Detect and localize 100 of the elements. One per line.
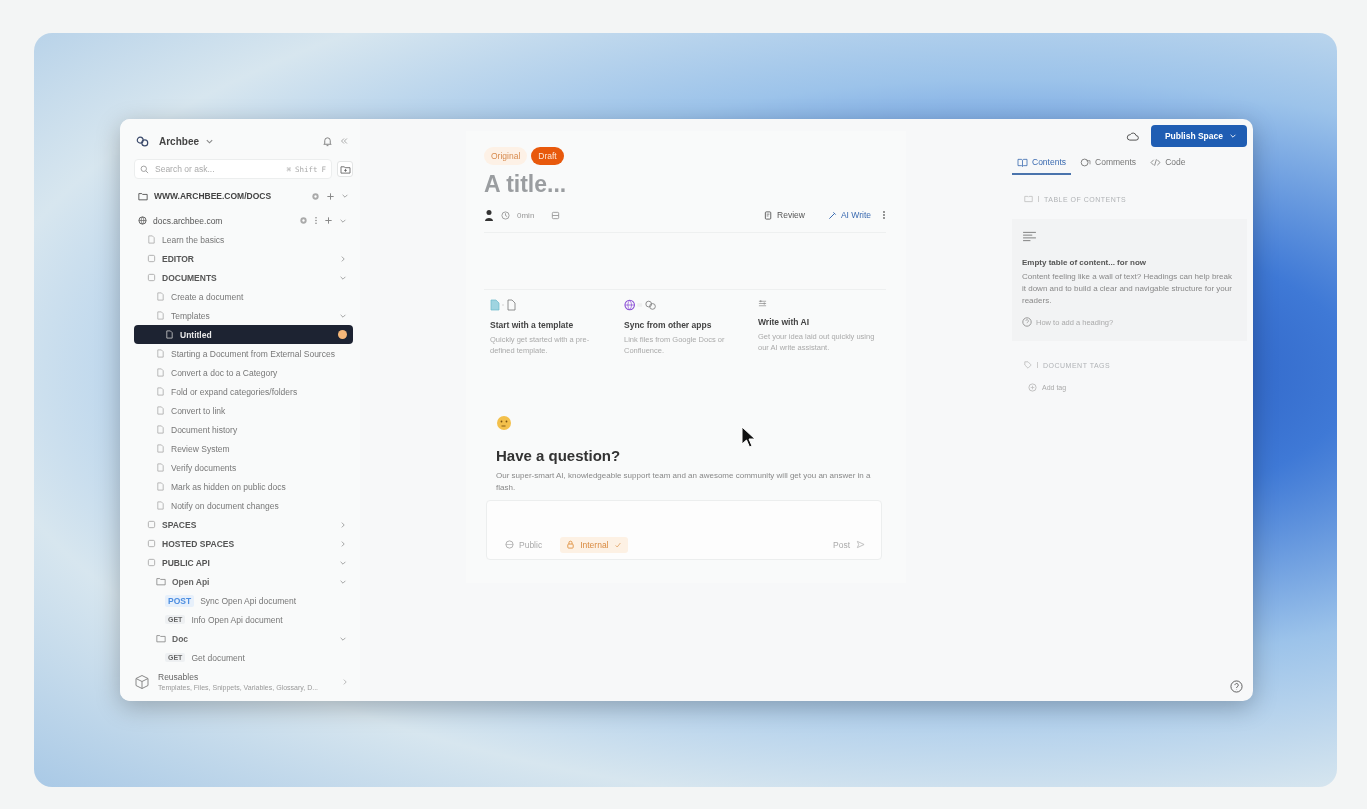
globe-icon: [505, 540, 514, 550]
item-label: Document history: [171, 424, 238, 435]
document-icon: [165, 330, 174, 339]
item-label: Convert a doc to a Category: [171, 367, 278, 378]
plus-icon[interactable]: [326, 191, 335, 201]
cube-icon: [134, 673, 150, 690]
category-icon: [147, 539, 156, 548]
panel-tab[interactable]: Contents: [1012, 151, 1072, 175]
tree-item[interactable]: Create a document: [134, 287, 353, 306]
tree-item[interactable]: DOCUMENTS: [134, 268, 353, 287]
document-icon: [156, 501, 165, 510]
settings-icon[interactable]: [299, 216, 308, 225]
document-icon: [147, 235, 156, 244]
workspace-name[interactable]: Archbee: [159, 135, 199, 147]
tree-item[interactable]: Document history: [134, 420, 353, 439]
tree-item[interactable]: Convert a doc to a Category: [134, 363, 353, 382]
document-icon: [156, 387, 165, 396]
search-input[interactable]: Search or ask...: [153, 163, 283, 175]
settings-icon[interactable]: [311, 191, 320, 201]
http-method-label: POST: [165, 594, 195, 607]
document-icon: [156, 406, 165, 415]
item-label: PUBLIC API: [162, 557, 210, 568]
question-field[interactable]: Public Internal Post: [486, 499, 882, 560]
tree-item[interactable]: Learn the basics: [134, 230, 353, 249]
reusables-title: Reusables: [158, 672, 200, 682]
tree-item[interactable]: Open Api: [134, 572, 353, 591]
item-label: Mark as hidden on public docs: [171, 481, 286, 492]
question-heading: Have a question?: [496, 446, 622, 464]
chevron-icon[interactable]: [339, 254, 347, 263]
item-label: Fold or expand categories/folders: [171, 386, 298, 397]
item-label: HOSTED SPACES: [162, 538, 235, 549]
tree-item[interactable]: Mark as hidden on public docs: [134, 477, 353, 496]
item-label: EDITOR: [162, 253, 194, 264]
chevron-down-icon: [1229, 132, 1237, 140]
new-folder-button[interactable]: [337, 161, 353, 177]
panel-tab[interactable]: Comments: [1075, 151, 1142, 175]
help-icon: [1022, 317, 1032, 327]
title-field[interactable]: A title...: [484, 171, 784, 198]
item-label: Templates: [171, 310, 210, 321]
tree-item[interactable]: Notify on document changes: [134, 496, 353, 515]
panel-tab[interactable]: Code: [1145, 151, 1191, 175]
read-time: 0min: [517, 210, 535, 220]
chevron-icon[interactable]: [339, 539, 347, 548]
tree-item[interactable]: HOSTED SPACES: [134, 534, 353, 553]
search-icon: [140, 164, 149, 174]
tree-item[interactable]: SPACES: [134, 515, 353, 534]
chevron-icon[interactable]: [339, 520, 347, 529]
visibility-option[interactable]: Internal: [560, 536, 628, 553]
folder-icon: [138, 191, 148, 201]
storage-icon[interactable]: [551, 210, 561, 220]
tree-item[interactable]: Fold or expand categories/folders: [134, 382, 353, 401]
lock-icon: [566, 540, 576, 550]
tree-item[interactable]: Convert to link: [134, 401, 353, 420]
tree-item[interactable]: Starting a Document from External Sources: [134, 344, 353, 363]
tree-item[interactable]: PUBLIC API: [134, 553, 353, 572]
visibility-option[interactable]: Public: [499, 536, 549, 553]
item-label: DOCUMENTS: [162, 272, 217, 283]
clipboard-icon: [764, 210, 774, 220]
plus-circle-icon: [1028, 383, 1037, 392]
tree-item[interactable]: EDITOR: [134, 249, 353, 268]
tree-item[interactable]: docs.archbee.com: [134, 211, 353, 230]
plus-icon[interactable]: [324, 216, 333, 225]
documents-icon: [490, 299, 518, 311]
tree-item[interactable]: Untitled: [134, 325, 353, 344]
card-title: Write with AI: [758, 317, 810, 327]
comment-icon: [1080, 157, 1092, 167]
item-label: Starting a Document from External Sources: [171, 348, 335, 359]
item-label: Open Api: [172, 576, 210, 587]
chevron-right-icon: [341, 677, 349, 686]
help-icon[interactable]: [1230, 680, 1243, 693]
tree-item[interactable]: Doc: [134, 629, 353, 648]
more-icon[interactable]: [882, 210, 886, 220]
card-title: Sync from other apps: [624, 320, 713, 330]
item-label: Convert to link: [171, 405, 226, 416]
bell-icon[interactable]: [322, 135, 333, 147]
collapse-icon[interactable]: [339, 136, 349, 146]
document-icon: [156, 482, 165, 491]
version-tab[interactable]: Original: [484, 147, 528, 165]
tree-item[interactable]: Verify documents: [134, 458, 353, 477]
version-tab[interactable]: Draft: [531, 147, 564, 165]
cloud-icon[interactable]: [1125, 131, 1139, 141]
item-label: docs.archbee.com: [153, 215, 223, 226]
category-icon: [147, 558, 156, 567]
tree-item[interactable]: Templates: [134, 306, 353, 325]
action-button[interactable]: Review: [760, 208, 809, 222]
document-icon: [156, 349, 165, 358]
item-label: Create a document: [171, 291, 244, 302]
empty-title: Empty table of content... for now: [1022, 258, 1147, 267]
space-name[interactable]: WWW.ARCHBEE.COM/DOCS: [154, 191, 272, 201]
chevron-down-icon[interactable]: [341, 192, 349, 200]
post-button[interactable]: Post: [827, 538, 871, 551]
document-icon: [156, 463, 165, 472]
clock-icon: [501, 210, 510, 220]
logo-icon: [136, 135, 149, 147]
tree-item[interactable]: Review System: [134, 439, 353, 458]
tree-item[interactable]: POST Sync Open Api document: [134, 591, 353, 610]
document-icon: [156, 368, 165, 377]
action-button[interactable]: AI Write: [823, 208, 875, 222]
publish-space-button[interactable]: Publish Space: [1150, 125, 1247, 147]
pen-icon: [827, 210, 837, 220]
